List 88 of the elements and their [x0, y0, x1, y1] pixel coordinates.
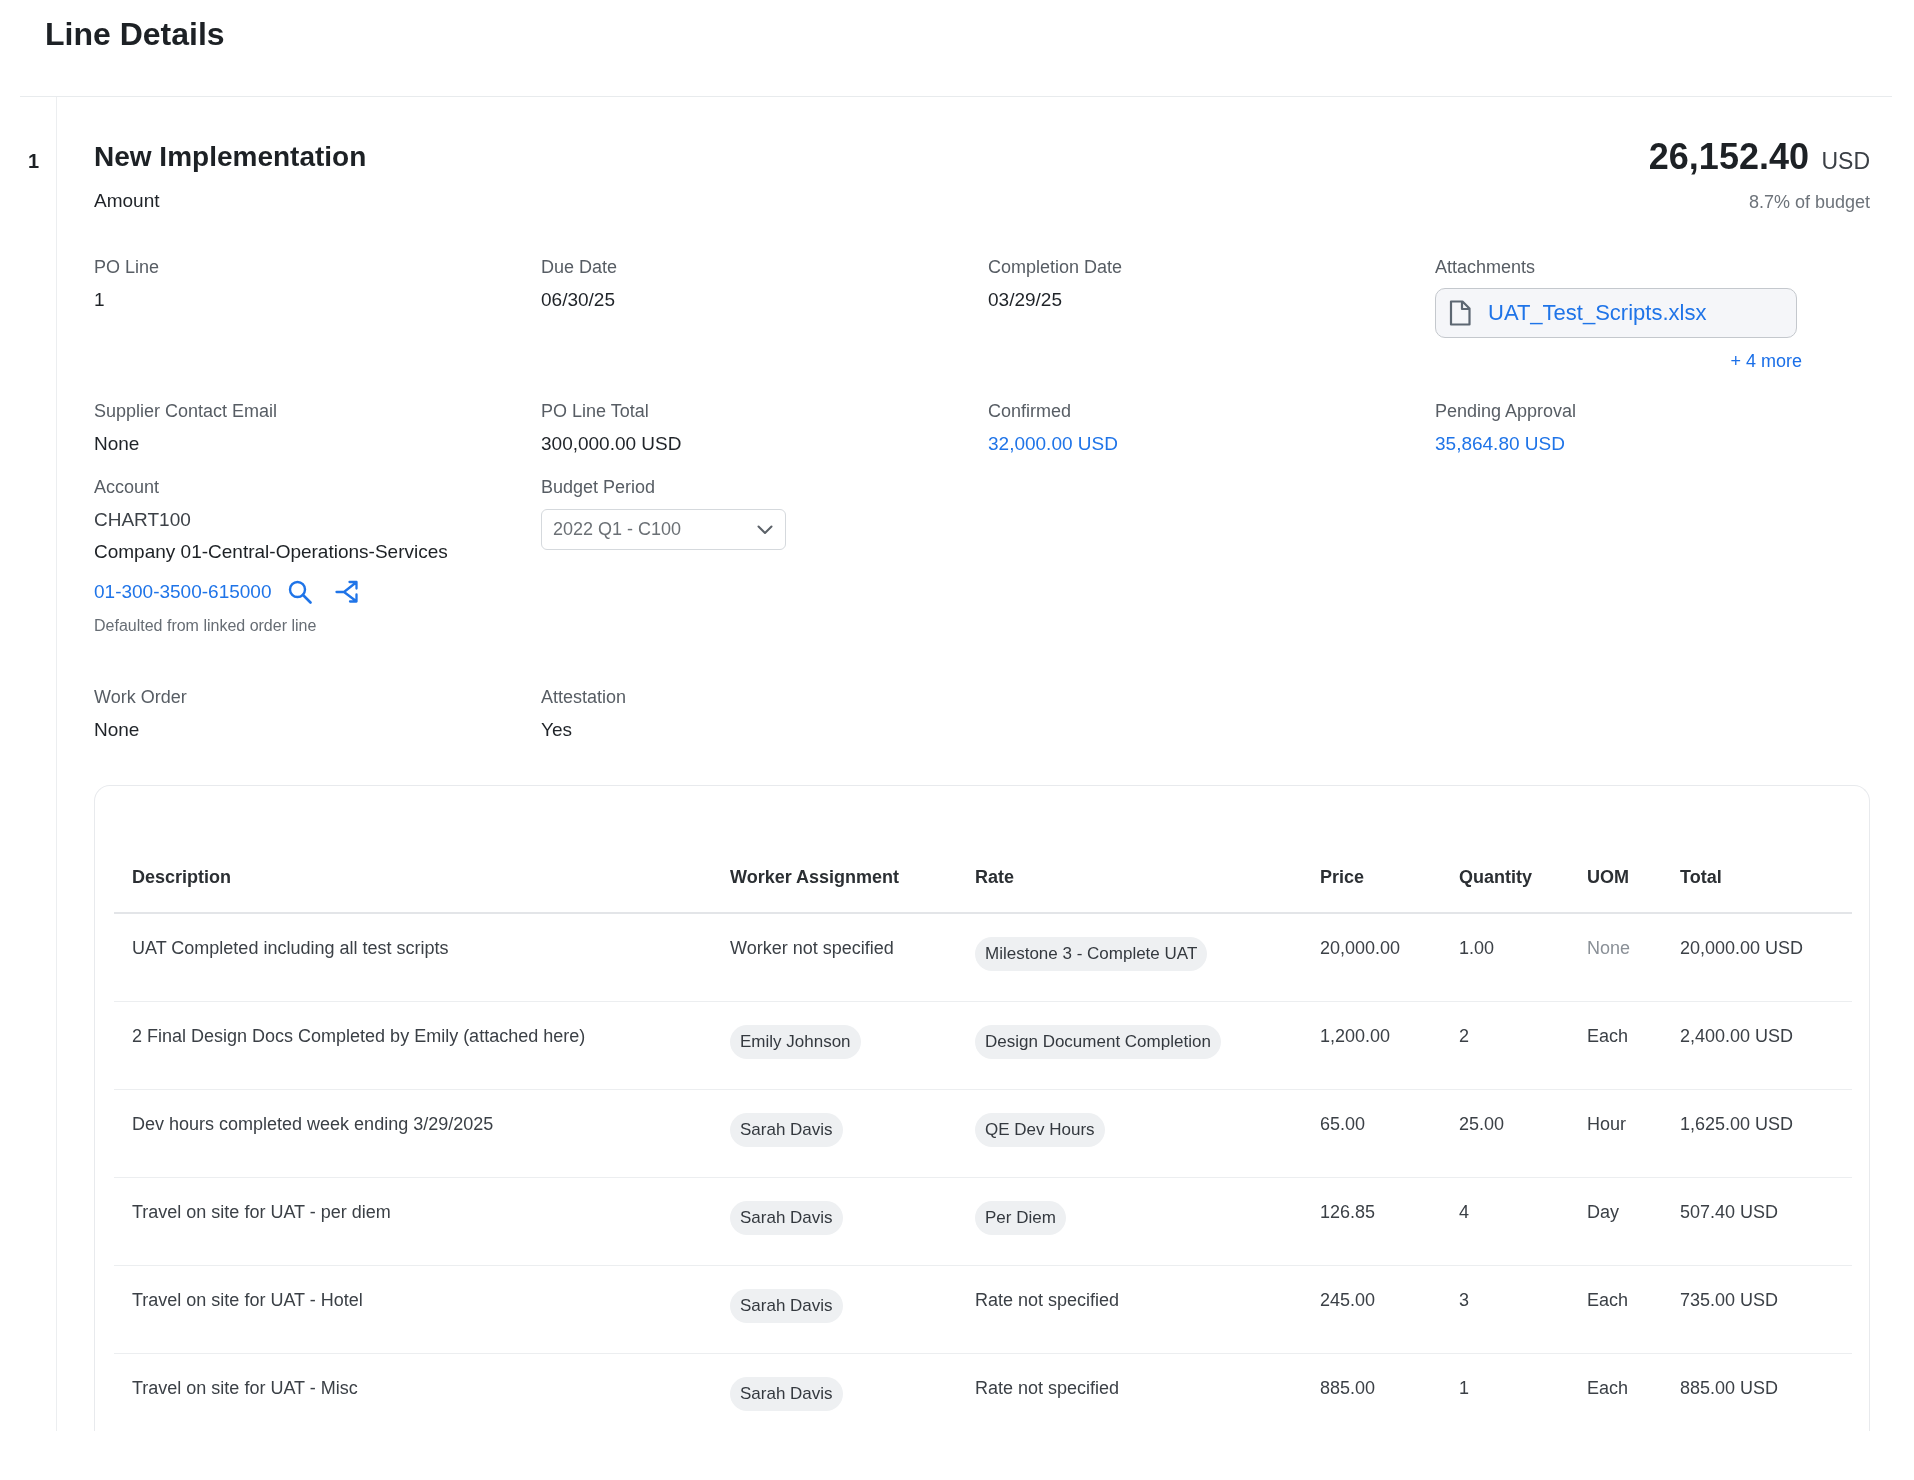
rate-tag: Design Document Completion — [975, 1025, 1221, 1059]
table-cell: 735.00 USD — [1680, 1290, 1779, 1310]
worker-tag: Emily Johnson — [730, 1025, 861, 1059]
table-cell: Hour — [1587, 1114, 1626, 1134]
field-label: Attestation — [541, 687, 627, 707]
file-icon — [1449, 300, 1471, 326]
table-cell: 2 — [1459, 1026, 1469, 1046]
table-cell: 1.00 — [1459, 938, 1495, 958]
amount-value: 26,152.40 — [1648, 136, 1809, 177]
table-cell: 1 — [1459, 1378, 1469, 1398]
page-title: Line Details — [45, 15, 225, 54]
field-value: 300,000.00 USD — [541, 433, 682, 454]
line-title: New Implementation — [94, 141, 367, 172]
worker-tag: Sarah Davis — [730, 1113, 843, 1147]
table-cell: 507.40 USD — [1680, 1202, 1779, 1222]
table-cell: 3 — [1459, 1290, 1469, 1310]
table-cell: 1,625.00 USD — [1680, 1114, 1794, 1134]
column-header: Price — [1320, 867, 1365, 887]
budget-period-select[interactable]: 2022 Q1 - C100 — [541, 509, 786, 550]
worker-tag: Sarah Davis — [730, 1377, 843, 1411]
column-header: Total — [1680, 867, 1722, 887]
column-header: Quantity — [1459, 867, 1532, 887]
field-label: PO Line Total — [541, 401, 649, 421]
table-cell: UAT Completed including all test scripts — [132, 938, 449, 958]
table-cell: 2,400.00 USD — [1680, 1026, 1794, 1046]
split-arrow-icon[interactable] — [334, 580, 359, 604]
currency-label: USD — [1821, 148, 1870, 174]
amount-link[interactable]: 35,864.80 USD — [1435, 433, 1565, 454]
search-icon[interactable] — [287, 580, 312, 604]
field-label: Confirmed — [988, 401, 1072, 421]
amount-link[interactable]: 32,000.00 USD — [988, 433, 1118, 454]
amount-label: Amount — [94, 190, 160, 211]
table-cell: 4 — [1459, 1202, 1469, 1222]
field-value: None — [94, 719, 140, 740]
rate-tag: Per Diem — [975, 1201, 1066, 1235]
column-header: Worker Assignment — [730, 867, 900, 887]
table-cell: Each — [1587, 1290, 1629, 1310]
table-cell: Each — [1587, 1378, 1629, 1398]
account-segment-link[interactable]: 01-300-3500-615000 — [94, 581, 272, 603]
table-cell: Worker not specified — [730, 938, 894, 958]
field-label: Work Order — [94, 687, 187, 707]
field-value: Yes — [541, 719, 572, 740]
field-label: Account — [94, 477, 160, 497]
more-attachments-link[interactable]: + 4 more — [1730, 351, 1802, 371]
table-cell: 25.00 — [1459, 1114, 1505, 1134]
rate-tag: QE Dev Hours — [975, 1113, 1105, 1147]
table-cell: 245.00 — [1320, 1290, 1376, 1310]
field-label: Due Date — [541, 257, 618, 277]
attachment-chip[interactable]: UAT_Test_Scripts.xlsx — [1435, 288, 1797, 338]
field-label: Supplier Contact Email — [94, 401, 278, 421]
field-label: Attachments — [1435, 257, 1536, 277]
column-header: Description — [132, 867, 232, 887]
column-header: UOM — [1587, 867, 1629, 887]
table-cell: 885.00 USD — [1680, 1378, 1779, 1398]
worker-tag: Sarah Davis — [730, 1201, 843, 1235]
table-cell: 1,200.00 — [1320, 1026, 1391, 1046]
budget-share: 8.7% of budget — [1748, 192, 1870, 212]
table-cell: Travel on site for UAT - Misc — [132, 1378, 358, 1398]
table-cell: Travel on site for UAT - Hotel — [132, 1290, 363, 1310]
account-name: Company 01-Central-Operations-Services — [94, 541, 448, 562]
default-note: Defaulted from linked order line — [94, 617, 317, 634]
table-cell: 20,000.00 — [1320, 938, 1401, 958]
table-cell: 126.85 — [1320, 1202, 1376, 1222]
table-cell: Day — [1587, 1202, 1619, 1222]
worker-tag: Sarah Davis — [730, 1289, 843, 1323]
table-cell: Rate not specified — [975, 1290, 1120, 1310]
field-value: None — [94, 433, 140, 454]
field-label: Pending Approval — [1435, 401, 1577, 421]
field-value: 03/29/25 — [988, 289, 1062, 310]
account-code: CHART100 — [94, 509, 191, 530]
table-cell: Dev hours completed week ending 3/29/2025 — [132, 1114, 494, 1134]
field-value: 1 — [94, 289, 105, 310]
chevron-down-icon — [757, 524, 773, 535]
line-number: 1 — [28, 149, 40, 174]
rate-tag: Milestone 3 - Complete UAT — [975, 937, 1208, 971]
field-value: 06/30/25 — [541, 289, 615, 310]
field-label: Completion Date — [988, 257, 1123, 277]
table-cell: 2 Final Design Docs Completed by Emily (attached here) — [132, 1026, 586, 1046]
field-label: PO Line — [94, 257, 160, 277]
table-cell: Travel on site for UAT - per diem — [132, 1202, 391, 1222]
table-cell: None — [1587, 938, 1631, 958]
table-cell: 65.00 — [1320, 1114, 1366, 1134]
table-cell: 20,000.00 USD — [1680, 938, 1804, 958]
table-cell: 885.00 — [1320, 1378, 1376, 1398]
field-label: Budget Period — [541, 477, 656, 497]
table-cell: Rate not specified — [975, 1378, 1120, 1398]
column-header: Rate — [975, 867, 1014, 887]
table-cell: Each — [1587, 1026, 1629, 1046]
